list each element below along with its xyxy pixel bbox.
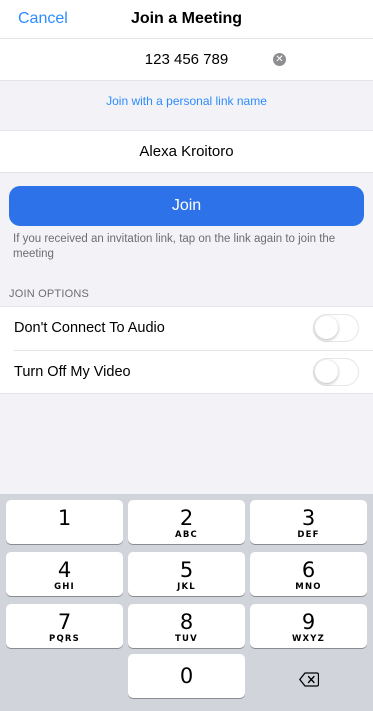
toggle-knob [315, 316, 338, 339]
key-1[interactable]: 1 [6, 500, 123, 544]
key-digit: 4 [57, 558, 72, 582]
key-6[interactable]: 6 MNO [250, 552, 367, 596]
option-row-video: Turn Off My Video [14, 350, 373, 393]
key-letters: ABC [175, 530, 198, 540]
key-digit: 3 [301, 506, 316, 530]
invitation-hint: If you received an invitation link, tap … [13, 233, 336, 260]
delete-key[interactable] [250, 658, 367, 702]
join-options-header: JOIN OPTIONS [9, 288, 90, 300]
option-label-video: Turn Off My Video [14, 364, 131, 380]
nav-bar: Cancel Join a Meeting [0, 0, 373, 39]
key-4[interactable]: 4 GHI [6, 552, 123, 596]
key-letters: WXYZ [291, 634, 326, 644]
personal-link-name-link[interactable]: Join with a personal link name [0, 94, 373, 108]
display-name-input[interactable] [0, 131, 373, 172]
meeting-id-input[interactable] [0, 39, 373, 80]
key-0[interactable]: 0 [128, 654, 245, 698]
key-digit: 1 [57, 506, 72, 530]
key-digit: 0 [179, 664, 194, 688]
clear-circle-icon[interactable]: ✕ [273, 53, 286, 66]
key-digit: 9 [301, 610, 316, 634]
option-row-audio: Don't Connect To Audio [0, 307, 373, 350]
key-8[interactable]: 8 TUV [128, 604, 245, 648]
toggle-knob [315, 360, 338, 383]
name-row [0, 130, 373, 173]
key-digit: 5 [179, 558, 194, 582]
meeting-id-row: ✕ [0, 39, 373, 81]
key-digit: 7 [57, 610, 72, 634]
key-letters: GHI [54, 582, 75, 592]
page-title: Join a Meeting [130, 10, 243, 27]
key-letters: TUV [175, 634, 198, 644]
key-5[interactable]: 5 JKL [128, 552, 245, 596]
key-2[interactable]: 2 ABC [128, 500, 245, 544]
key-3[interactable]: 3 DEF [250, 500, 367, 544]
option-label-audio: Don't Connect To Audio [14, 320, 165, 336]
key-letters: PQRS [49, 634, 80, 644]
key-letters: MNO [295, 582, 322, 592]
key-letters: JKL [177, 582, 196, 592]
backspace-icon [299, 672, 319, 687]
key-7[interactable]: 7 PQRS [6, 604, 123, 648]
key-letters: DEF [297, 530, 320, 540]
key-digit: 2 [179, 506, 194, 530]
join-options-list: Don't Connect To Audio Turn Off My Video [0, 306, 373, 394]
join-button[interactable]: Join [9, 186, 364, 226]
audio-toggle[interactable] [313, 314, 359, 342]
key-9[interactable]: 9 WXYZ [250, 604, 367, 648]
key-digit: 6 [301, 558, 316, 582]
video-toggle[interactable] [313, 358, 359, 386]
key-digit: 8 [179, 610, 194, 634]
